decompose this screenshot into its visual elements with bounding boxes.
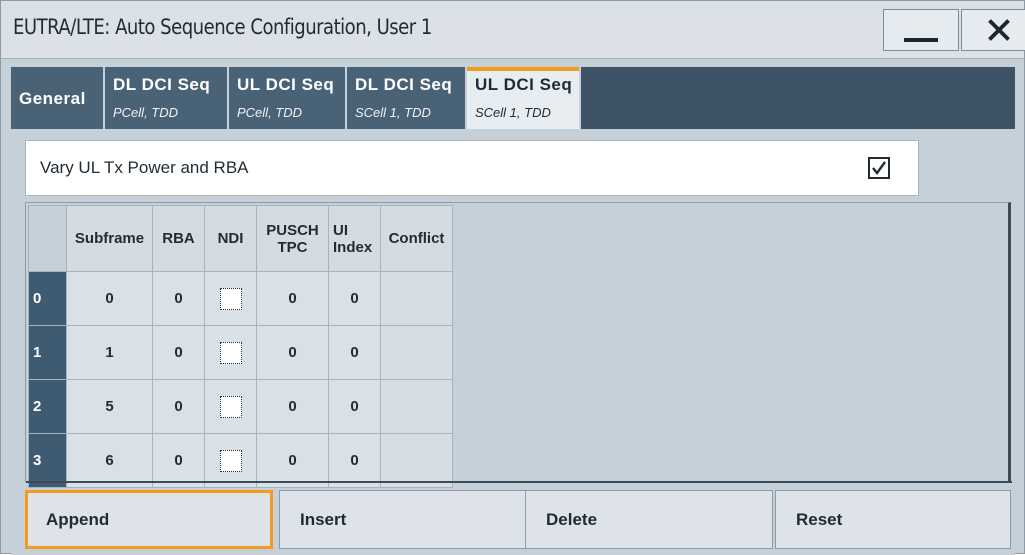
- rba-header: RBA: [152, 205, 205, 272]
- tab-dl-dci-seq-pcell[interactable]: DL DCI Seq PCell, TDD: [105, 67, 229, 129]
- tab-dl-dci-seq-scell1[interactable]: DL DCI Seq SCell 1, TDD: [347, 67, 467, 129]
- subframe-cell[interactable]: 0: [66, 271, 153, 326]
- tab-label: DL DCI Seq: [355, 75, 453, 94]
- tab-sublabel: SCell 1, TDD: [355, 105, 431, 120]
- conflict-header: Conflict: [380, 205, 453, 272]
- pusch-tpc-header-line2: TPC: [277, 238, 308, 256]
- ui-index-cell[interactable]: 0: [328, 379, 381, 434]
- rba-cell[interactable]: 0: [152, 379, 205, 434]
- conflict-cell: [380, 271, 453, 326]
- row-index: 2: [28, 379, 67, 434]
- insert-button-label: Insert: [300, 510, 347, 529]
- tab-sublabel: SCell 1, TDD: [475, 105, 551, 120]
- rba-cell[interactable]: 0: [152, 325, 205, 380]
- conflict-cell: [380, 433, 453, 488]
- action-bar: Append Insert Delete Reset: [25, 490, 1011, 550]
- row-index: 0: [28, 271, 67, 326]
- dialog-window: EUTRA/LTE: Auto Sequence Configuration, …: [0, 0, 1025, 555]
- row-index-header: [28, 205, 67, 272]
- tab-label: DL DCI Seq: [113, 75, 211, 94]
- conflict-cell: [380, 325, 453, 380]
- rba-cell[interactable]: 0: [152, 433, 205, 488]
- pusch-tpc-cell[interactable]: 0: [256, 433, 329, 488]
- ui-index-header: UI Index: [328, 205, 381, 272]
- ui-index-header-line1: UI: [333, 221, 348, 239]
- table-bottom-border: [26, 481, 1012, 483]
- ndi-cell: [204, 271, 257, 326]
- tab-panel: Vary UL Tx Power and RBA Subframe RBA ND…: [11, 129, 1015, 555]
- close-icon: [988, 19, 1010, 41]
- tab-ul-dci-seq-scell1[interactable]: UL DCI Seq SCell 1, TDD: [467, 67, 581, 129]
- ndi-cell: [204, 379, 257, 434]
- tab-label: UL DCI Seq: [475, 75, 573, 94]
- append-button-label: Append: [46, 510, 110, 529]
- table-row[interactable]: 1 1 0 0 0: [28, 325, 453, 380]
- tab-ul-dci-seq-pcell[interactable]: UL DCI Seq PCell, TDD: [229, 67, 347, 129]
- tab-label: General: [19, 89, 86, 108]
- table-row[interactable]: 2 5 0 0 0: [28, 379, 453, 434]
- subframe-cell[interactable]: 5: [66, 379, 153, 434]
- pusch-tpc-cell[interactable]: 0: [256, 325, 329, 380]
- subframe-header: Subframe: [66, 205, 153, 272]
- tab-sublabel: PCell, TDD: [113, 105, 179, 120]
- ndi-cell: [204, 433, 257, 488]
- pusch-tpc-cell[interactable]: 0: [256, 271, 329, 326]
- window-title: EUTRA/LTE: Auto Sequence Configuration, …: [13, 15, 432, 39]
- sequence-table: Subframe RBA NDI PUSCH TPC UI Index Conf…: [28, 205, 453, 488]
- pusch-tpc-header-line1: PUSCH: [266, 221, 319, 239]
- ui-index-cell[interactable]: 0: [328, 433, 381, 488]
- ndi-checkbox[interactable]: [219, 449, 242, 472]
- table-header-row: Subframe RBA NDI PUSCH TPC UI Index Conf…: [28, 205, 453, 272]
- sequence-table-container: Subframe RBA NDI PUSCH TPC UI Index Conf…: [25, 202, 1012, 488]
- ndi-checkbox[interactable]: [219, 341, 242, 364]
- tab-label: UL DCI Seq: [237, 75, 335, 94]
- vary-ul-tx-power-label: Vary UL Tx Power and RBA: [40, 158, 249, 177]
- checkmark-icon: [872, 161, 886, 175]
- minimize-button[interactable]: [883, 9, 959, 51]
- ndi-cell: [204, 325, 257, 380]
- tab-general[interactable]: General: [11, 67, 105, 129]
- delete-button[interactable]: Delete: [525, 490, 773, 549]
- close-button[interactable]: [961, 9, 1025, 51]
- reset-button[interactable]: Reset: [775, 490, 1011, 549]
- active-tab-indicator: [467, 67, 579, 71]
- ui-index-header-line2: Index: [333, 238, 373, 256]
- ndi-checkbox[interactable]: [219, 287, 242, 310]
- ui-index-cell[interactable]: 0: [328, 271, 381, 326]
- subframe-cell[interactable]: 1: [66, 325, 153, 380]
- table-row[interactable]: 0 0 0 0 0: [28, 271, 453, 326]
- append-button[interactable]: Append: [25, 490, 273, 549]
- ndi-header: NDI: [204, 205, 257, 272]
- delete-button-label: Delete: [546, 510, 598, 529]
- table-row[interactable]: 3 6 0 0 0: [28, 433, 453, 488]
- pusch-tpc-header: PUSCH TPC: [256, 205, 329, 272]
- tab-strip: General DL DCI Seq PCell, TDD UL DCI Seq…: [11, 67, 1015, 129]
- tab-sublabel: PCell, TDD: [237, 105, 303, 120]
- reset-button-label: Reset: [796, 510, 843, 529]
- conflict-cell: [380, 379, 453, 434]
- minimize-icon: [904, 38, 938, 42]
- title-bar: EUTRA/LTE: Auto Sequence Configuration, …: [1, 1, 1025, 59]
- row-index: 1: [28, 325, 67, 380]
- ui-index-cell[interactable]: 0: [328, 325, 381, 380]
- vary-ul-tx-power-checkbox[interactable]: [868, 157, 890, 179]
- pusch-tpc-cell[interactable]: 0: [256, 379, 329, 434]
- vary-ul-tx-power-row: Vary UL Tx Power and RBA: [25, 140, 919, 196]
- insert-button[interactable]: Insert: [279, 490, 527, 549]
- rba-cell[interactable]: 0: [152, 271, 205, 326]
- subframe-cell[interactable]: 6: [66, 433, 153, 488]
- ndi-checkbox[interactable]: [219, 395, 242, 418]
- row-index: 3: [28, 433, 67, 488]
